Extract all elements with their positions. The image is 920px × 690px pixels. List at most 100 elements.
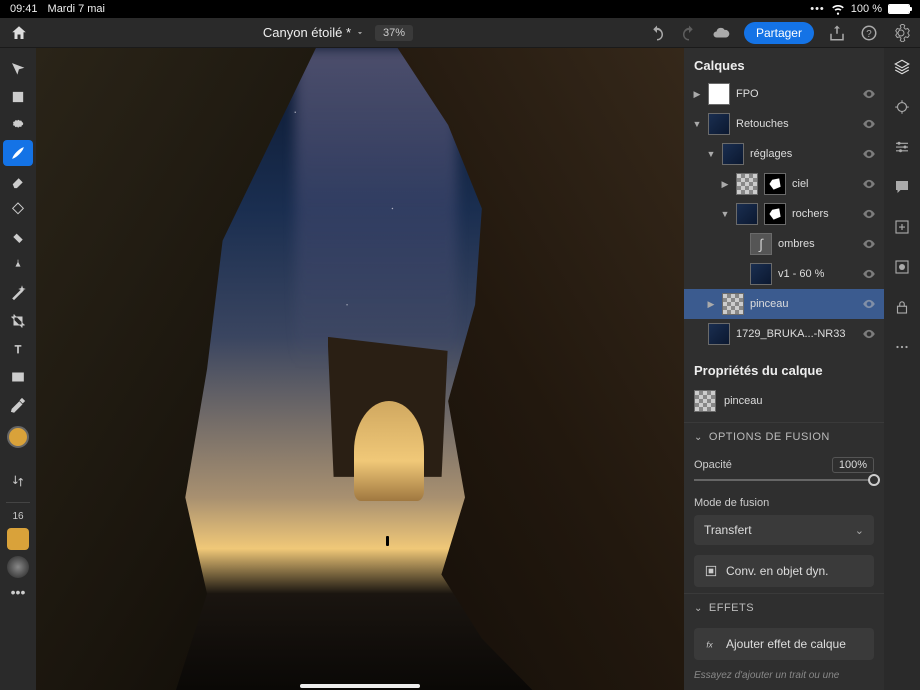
- blend-mode-value: Transfert: [704, 523, 752, 537]
- disclosure-icon[interactable]: ▶: [692, 89, 702, 100]
- tool-sidebar: T 16 •••: [0, 48, 36, 690]
- more-icon[interactable]: •••: [11, 584, 26, 600]
- layer-row[interactable]: ▶ 1729_BRUKA...-NR33: [684, 319, 884, 349]
- current-layer-thumbnail: [694, 390, 716, 412]
- lasso-tool[interactable]: [3, 112, 33, 138]
- layer-row[interactable]: ▼ Retouches: [684, 109, 884, 139]
- layers-icon[interactable]: [893, 58, 911, 76]
- help-icon[interactable]: ?: [860, 24, 878, 42]
- move-tool[interactable]: [3, 56, 33, 82]
- clone-tool[interactable]: [3, 252, 33, 278]
- layer-row[interactable]: ▶ FPO: [684, 79, 884, 109]
- zoom-level[interactable]: 37%: [375, 25, 413, 41]
- brush-tool[interactable]: [3, 140, 33, 166]
- wifi-icon: [831, 2, 845, 16]
- svg-text:fx: fx: [706, 641, 713, 650]
- layer-mask-thumbnail: [764, 173, 786, 195]
- visibility-icon[interactable]: [862, 327, 876, 341]
- layer-row-selected[interactable]: ▶ pinceau: [684, 289, 884, 319]
- export-icon[interactable]: [828, 24, 846, 42]
- battery-percent: 100 %: [851, 3, 882, 15]
- cloud-icon[interactable]: [712, 24, 730, 42]
- opacity-slider[interactable]: [684, 475, 884, 491]
- transform-tool[interactable]: [3, 84, 33, 110]
- fill-tool[interactable]: [3, 196, 33, 222]
- layer-thumbnail: [722, 293, 744, 315]
- share-button[interactable]: Partager: [744, 22, 814, 44]
- visibility-icon[interactable]: [862, 297, 876, 311]
- foreground-color[interactable]: [7, 426, 29, 448]
- current-layer-row: pinceau: [684, 386, 884, 422]
- layer-thumbnail: [736, 203, 758, 225]
- add-layer-effect-button[interactable]: fx Ajouter effet de calque: [694, 628, 874, 660]
- layer-name: 1729_BRUKA...-NR33: [736, 328, 876, 340]
- layer-mask-thumbnail: [764, 203, 786, 225]
- opacity-label: Opacité: [694, 459, 732, 471]
- heal-tool[interactable]: [3, 224, 33, 250]
- layer-row[interactable]: ▶ ciel: [684, 169, 884, 199]
- disclosure-icon[interactable]: ▼: [706, 149, 716, 159]
- smart-object-icon: [704, 564, 718, 578]
- blend-options-section[interactable]: ⌄ OPTIONS DE FUSION: [684, 422, 884, 451]
- chevron-down-icon: ⌄: [855, 524, 864, 537]
- add-layer-icon[interactable]: [893, 218, 911, 236]
- dots-icon: [810, 3, 825, 15]
- canvas-image: [36, 48, 684, 690]
- adjustments-icon[interactable]: [893, 138, 911, 156]
- opacity-value[interactable]: 100%: [832, 457, 874, 473]
- adjustment-thumbnail: ∫: [750, 233, 772, 255]
- visibility-icon[interactable]: [862, 267, 876, 281]
- svg-text:T: T: [15, 344, 22, 356]
- eyedropper-tool[interactable]: [3, 392, 33, 418]
- text-tool[interactable]: T: [3, 336, 33, 362]
- current-layer-name: pinceau: [724, 395, 874, 407]
- visibility-icon[interactable]: [862, 237, 876, 251]
- chevron-down-icon: ⌄: [694, 432, 703, 443]
- layer-thumbnail: [708, 83, 730, 105]
- layer-row[interactable]: ▶ v1 - 60 %: [684, 259, 884, 289]
- slider-thumb[interactable]: [868, 474, 880, 486]
- layer-row[interactable]: ▼ réglages: [684, 139, 884, 169]
- crop-tool[interactable]: [3, 308, 33, 334]
- disclosure-icon[interactable]: ▼: [692, 119, 702, 129]
- layer-row[interactable]: ▶ ∫ ombres: [684, 229, 884, 259]
- layer-name: réglages: [750, 148, 876, 160]
- redo-icon[interactable]: [680, 24, 698, 42]
- brush-hardness-preview[interactable]: [7, 556, 29, 578]
- convert-smart-object-button[interactable]: Conv. en objet dyn.: [694, 555, 874, 587]
- home-icon[interactable]: [10, 24, 28, 42]
- document-title[interactable]: Canyon étoilé *: [263, 25, 365, 40]
- visibility-icon[interactable]: [862, 117, 876, 131]
- disclosure-icon[interactable]: ▼: [720, 209, 730, 219]
- brush-size-value[interactable]: 16: [12, 511, 23, 522]
- gear-icon[interactable]: [892, 24, 910, 42]
- swap-colors[interactable]: [3, 468, 33, 494]
- disclosure-icon[interactable]: ▶: [706, 299, 716, 310]
- mask-icon[interactable]: [893, 258, 911, 276]
- chevron-down-icon: [355, 28, 365, 38]
- brush-color-swatch[interactable]: [7, 528, 29, 550]
- layer-name: Retouches: [736, 118, 876, 130]
- lock-icon[interactable]: [893, 298, 911, 316]
- visibility-icon[interactable]: [862, 207, 876, 221]
- blend-options-label: OPTIONS DE FUSION: [709, 431, 830, 443]
- add-effect-label: Ajouter effet de calque: [726, 637, 846, 651]
- layer-name: FPO: [736, 88, 876, 100]
- layers-panel-title: Calques: [684, 48, 884, 79]
- visibility-icon[interactable]: [862, 177, 876, 191]
- blend-mode-dropdown[interactable]: Transfert ⌄: [694, 515, 874, 545]
- undo-icon[interactable]: [648, 24, 666, 42]
- more-icon[interactable]: [893, 338, 911, 356]
- magic-wand-tool[interactable]: [3, 280, 33, 306]
- visibility-icon[interactable]: [862, 87, 876, 101]
- place-image-tool[interactable]: [3, 364, 33, 390]
- visibility-icon[interactable]: [862, 147, 876, 161]
- disclosure-icon[interactable]: ▶: [720, 179, 730, 190]
- layer-row[interactable]: ▼ rochers: [684, 199, 884, 229]
- eraser-tool[interactable]: [3, 168, 33, 194]
- properties-icon[interactable]: [893, 98, 911, 116]
- effects-section[interactable]: ⌄ EFFETS: [684, 593, 884, 622]
- canvas[interactable]: [36, 48, 684, 690]
- comments-icon[interactable]: [893, 178, 911, 196]
- right-panel: Calques ▶ FPO ▼ Retouches ▼ réglages ▶ c…: [684, 48, 884, 690]
